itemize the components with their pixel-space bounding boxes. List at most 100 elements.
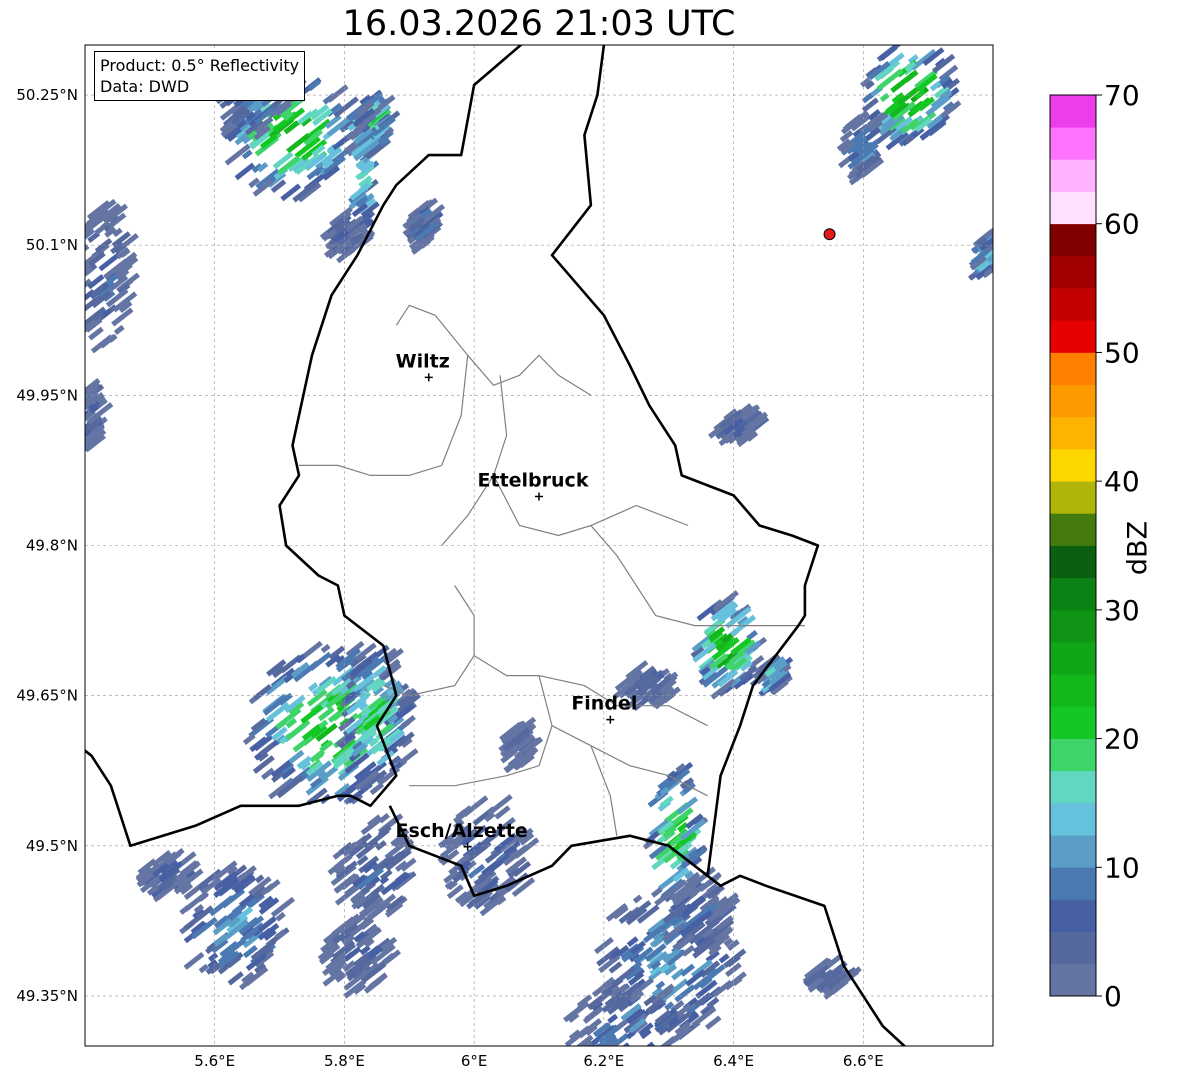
city-findel: Findel (571, 693, 637, 724)
lon-tick-label: 5.6°E (194, 1052, 235, 1070)
echo-pixel (227, 971, 244, 986)
colorbar-label: dBZ (1122, 520, 1154, 576)
colorbar-segment (1050, 223, 1096, 257)
colorbar-segment (1050, 738, 1096, 772)
lat-tick-label: 49.8°N (26, 537, 78, 555)
echo-pixel (879, 92, 890, 103)
colorbar-segment (1050, 674, 1096, 707)
echo-pixel (234, 162, 256, 181)
echo-cell (242, 640, 421, 806)
colorbar-segment (1050, 642, 1096, 675)
echo-pixel (208, 952, 219, 962)
lon-tick-label: 6°E (461, 1052, 488, 1070)
radar-map: Wiltz Ettelbruck Findel Esch/Alzette 50.25°… (16, 44, 1140, 1070)
echo-pixel (360, 816, 383, 836)
echo-cell (317, 913, 402, 999)
colorbar-tick-label: 60 (1104, 208, 1140, 241)
echo-pixel (256, 161, 269, 173)
lat-tick-label: 49.5°N (26, 837, 78, 855)
city-wiltz: Wiltz (396, 350, 450, 382)
city-label: Findel (571, 693, 637, 715)
colorbar-segment (1050, 545, 1096, 579)
lon-tick-label: 6.4°E (713, 1052, 754, 1070)
colorbar-tick-label: 0 (1104, 980, 1122, 1013)
echo-pixel (326, 84, 349, 103)
echo-pixel (300, 704, 324, 724)
colorbar-segment (1050, 963, 1096, 997)
echo-cell (708, 403, 770, 448)
colorbar-segment (1050, 835, 1096, 868)
axis-ticks: 50.25°N 50.1°N 49.95°N 49.8°N 49.65°N 49.5°N 4… (16, 86, 883, 1070)
echo-pixel (641, 1041, 655, 1046)
echo-cell (402, 197, 446, 255)
lon-tick-label: 6.2°E (583, 1052, 624, 1070)
colorbar-segment (1050, 95, 1096, 128)
colorbar-segment (1050, 706, 1096, 739)
colorbar-segment (1050, 191, 1096, 225)
district-border (299, 304, 469, 476)
colorbar-tick-label: 40 (1104, 465, 1140, 498)
colorbar-segment (1050, 352, 1096, 386)
city-label: Ettelbruck (478, 469, 589, 491)
city-ettelbruck: Ettelbruck (478, 469, 589, 501)
city-marker-icon (424, 373, 433, 382)
echo-cell (967, 228, 993, 281)
echo-pixel (631, 1057, 646, 1070)
colorbar-segment (1050, 577, 1096, 611)
colorbar-segment (1050, 802, 1096, 836)
product-label: Product: 0.5° Reflectivity (100, 56, 300, 75)
echo-pixel (85, 244, 90, 257)
colorbar-segment (1050, 448, 1096, 482)
colorbar-segment (1050, 931, 1096, 965)
colorbar-segment (1050, 416, 1096, 450)
district-border (467, 354, 592, 396)
colorbar-tick-label: 20 (1104, 723, 1140, 756)
echo-cell (836, 110, 889, 186)
echo-cell (85, 198, 140, 354)
city-label: Wiltz (396, 350, 450, 372)
reflectivity-echoes (85, 45, 993, 1070)
colorbar-segment (1050, 770, 1096, 804)
echo-pixel (705, 1015, 722, 1030)
city-marker-icon (606, 715, 615, 724)
colorbar-segment (1050, 513, 1096, 546)
lat-tick-label: 50.1°N (26, 236, 78, 254)
radar-site-marker (823, 228, 836, 241)
echo-cell (498, 716, 544, 774)
district-border (590, 525, 805, 627)
city-label: Esch/Alzette (396, 820, 528, 842)
colorbar-tick-label: 30 (1104, 594, 1140, 627)
echo-pixel (183, 951, 205, 970)
echo-pixel (607, 1013, 619, 1024)
echo-cell (179, 860, 296, 991)
echo-cell (802, 953, 862, 1000)
colorbar-tick-label: 70 (1104, 79, 1140, 112)
colorbar-segment (1050, 384, 1096, 418)
echo-pixel (400, 714, 416, 729)
echo-pixel (619, 1042, 631, 1046)
colorbar-tick-label: 50 (1104, 336, 1140, 369)
echo-pixel (113, 324, 125, 335)
lat-tick-label: 49.95°N (16, 386, 78, 404)
echo-pixel (642, 1050, 661, 1066)
lat-tick-label: 49.65°N (16, 687, 78, 705)
echo-cell (563, 977, 692, 1070)
lat-tick-label: 49.35°N (16, 987, 78, 1005)
colorbar-segment (1050, 481, 1096, 514)
colorbar-segment (1050, 609, 1096, 643)
colorbar-segment (1050, 867, 1096, 900)
echo-pixel (628, 1047, 652, 1067)
data-source-label: Data: DWD (100, 77, 190, 96)
lon-tick-label: 5.8°E (324, 1052, 365, 1070)
lon-tick-label: 6.6°E (843, 1052, 884, 1070)
colorbar-segment (1050, 288, 1096, 321)
city-marker-icon (535, 492, 543, 501)
city-markers: Wiltz Ettelbruck Findel Esch/Alzette (396, 228, 836, 851)
echo-pixel (634, 1049, 653, 1065)
colorbar-segment (1050, 159, 1096, 192)
lat-tick-label: 50.25°N (16, 86, 78, 104)
colorbar-segment (1050, 320, 1096, 353)
echo-cell (85, 378, 114, 454)
echo-pixel (656, 1045, 669, 1046)
echo-cell (437, 794, 540, 917)
